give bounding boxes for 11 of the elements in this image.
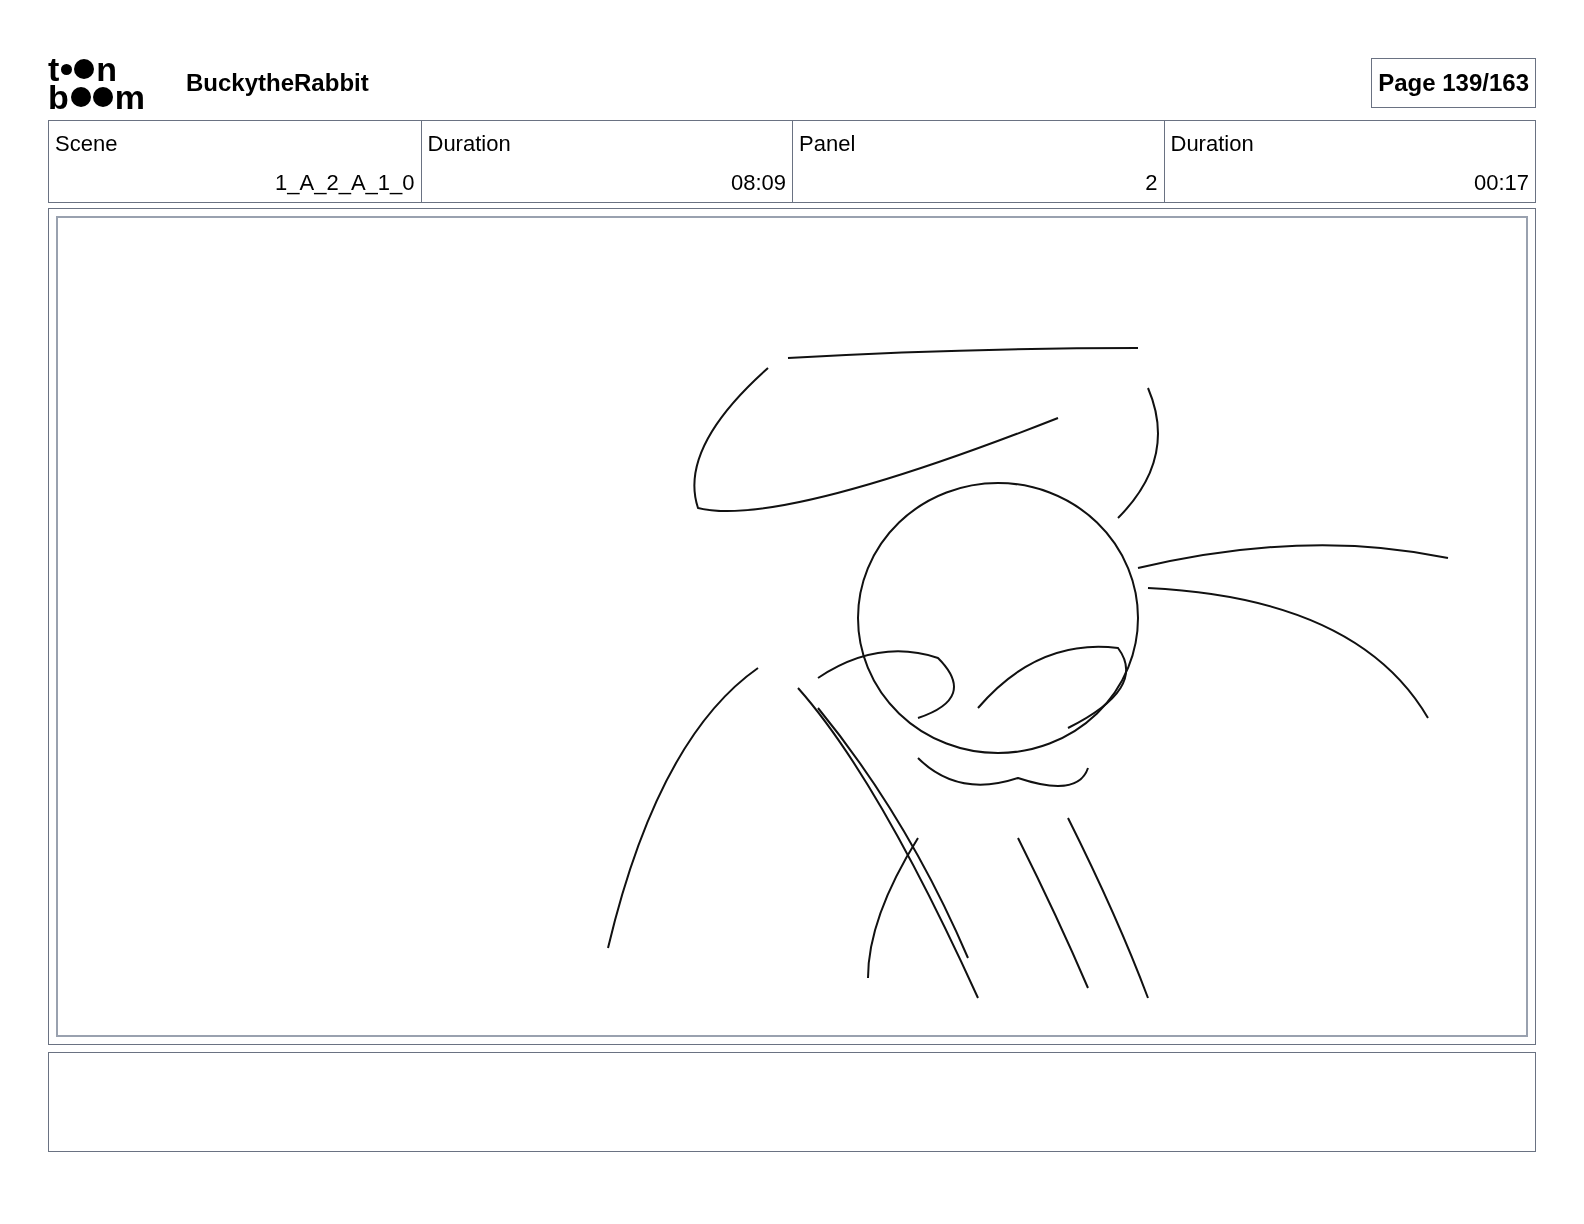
table-cell-text: 1_A_2_A_1_0 bbox=[275, 169, 415, 197]
table-cell-text: 00:17 bbox=[1473, 169, 1529, 197]
page-number: Page 139/163 bbox=[1371, 58, 1536, 108]
column-header: Duration bbox=[427, 130, 511, 158]
column-header: Scene bbox=[55, 130, 118, 158]
toon-boom-logo: t n b m bbox=[48, 55, 146, 111]
table-cell-text: 2 bbox=[1145, 169, 1158, 197]
table-cell-text: 08:09 bbox=[730, 169, 786, 197]
column-header: Panel bbox=[799, 130, 856, 158]
column-header: Duration bbox=[1170, 130, 1254, 158]
project-title: BuckytheRabbit bbox=[186, 68, 369, 98]
